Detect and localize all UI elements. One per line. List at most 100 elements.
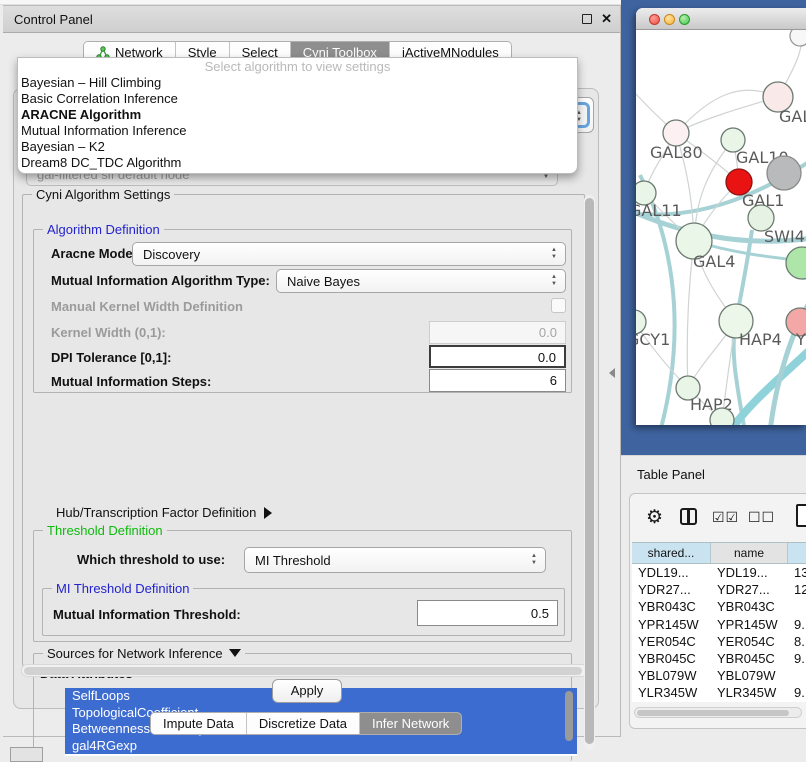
hub-definition-expander[interactable]: Hub/Transcription Factor Definition bbox=[56, 505, 272, 520]
network-node[interactable] bbox=[790, 30, 806, 46]
table-cell: YDR27... bbox=[632, 581, 711, 598]
gear-icon[interactable]: ⚙ bbox=[646, 506, 663, 529]
mi-steps-field[interactable]: 6 bbox=[429, 369, 566, 392]
expander-down-icon bbox=[229, 649, 241, 657]
table-cell: 9. bbox=[788, 684, 806, 701]
table-horizontal-scrollbar[interactable] bbox=[634, 707, 802, 718]
table-row[interactable]: YLR345WYLR345W9. bbox=[632, 684, 806, 701]
application-root: Control Panel ✕ Network Style Select Cyn… bbox=[0, 0, 806, 762]
network-node[interactable] bbox=[710, 408, 734, 425]
list-scrollbar[interactable] bbox=[565, 691, 573, 741]
table-cell: YER054C bbox=[632, 633, 711, 650]
cyni-settings-pane: ▲▼ gal-filtered sif default node ▲▼ Cyni… bbox=[13, 88, 599, 709]
mi-type-combo[interactable]: Naive Bayes ▲▼ bbox=[276, 269, 566, 293]
table-cell bbox=[788, 667, 806, 684]
table-cell: 9. bbox=[788, 650, 806, 667]
cyni-algorithm-settings-group: Cyni Algorithm Settings Algorithm Defini… bbox=[22, 194, 585, 666]
table-cell: YBR045C bbox=[711, 650, 788, 667]
table-cell: YDL19... bbox=[632, 564, 711, 581]
algorithm-definition-title: Algorithm Definition bbox=[43, 222, 164, 237]
which-threshold-combo[interactable]: MI Threshold ▲▼ bbox=[244, 547, 546, 573]
algorithm-dropdown-list: Select algorithm to view settings Bayesi… bbox=[17, 57, 578, 174]
dropdown-item[interactable]: ARACNE Algorithm bbox=[18, 107, 577, 123]
table-panel-region: Table Panel ⚙ ☑☑ ☐☐ shared... name YDL19… bbox=[621, 455, 806, 762]
manual-kernel-checkbox[interactable] bbox=[551, 298, 566, 313]
network-canvas[interactable]: GALGAL80GAL10GAL1GAL11SWI4GAL4GCY1HAP4YH… bbox=[636, 30, 806, 425]
table-row[interactable]: YIL052CYIL052C9 bbox=[632, 702, 806, 703]
table-cell: YBL079W bbox=[711, 667, 788, 684]
node-label: GAL4 bbox=[693, 252, 735, 271]
dpi-tolerance-label: DPI Tolerance [0,1]: bbox=[51, 350, 171, 365]
attribute-list-item[interactable]: gal4RGexp bbox=[65, 738, 577, 755]
dropdown-item[interactable]: Dream8 DC_TDC Algorithm bbox=[18, 155, 577, 171]
manual-kernel-label: Manual Kernel Width Definition bbox=[51, 299, 243, 314]
scrollbar-thumb[interactable] bbox=[24, 667, 582, 675]
table-row[interactable]: YDR27...YDR27...12 bbox=[632, 581, 806, 598]
scrollbar-thumb[interactable] bbox=[637, 710, 789, 717]
table-cell: 8. bbox=[788, 633, 806, 650]
table-row[interactable]: YDL19...YDL19...13 bbox=[632, 564, 806, 581]
scrollbar-thumb[interactable] bbox=[585, 198, 594, 744]
table-row[interactable]: YER054CYER054C8. bbox=[632, 633, 806, 650]
table-cell: 9 bbox=[788, 702, 806, 703]
dropdown-item[interactable]: Bayesian – Hill Climbing bbox=[18, 75, 577, 91]
dropdown-item[interactable]: Basic Correlation Inference bbox=[18, 91, 577, 107]
table-cell: YLR345W bbox=[632, 684, 711, 701]
table-cell: YIL052C bbox=[632, 702, 711, 703]
network-node[interactable] bbox=[767, 156, 801, 190]
settings-horizontal-scrollbar[interactable] bbox=[21, 664, 589, 677]
mi-threshold-group: MI Threshold Definition Mutual Informati… bbox=[42, 588, 565, 636]
dropdown-placeholder: Select algorithm to view settings bbox=[18, 58, 577, 75]
column-header-partial[interactable] bbox=[788, 543, 806, 563]
aracne-mode-value: Discovery bbox=[143, 247, 200, 262]
dpi-tolerance-field[interactable]: 0.0 bbox=[429, 345, 566, 368]
table-row[interactable]: YBR045CYBR045C9. bbox=[632, 650, 806, 667]
aracne-mode-combo[interactable]: Discovery ▲▼ bbox=[132, 242, 566, 266]
panel-collapse-arrow-icon[interactable] bbox=[609, 368, 615, 378]
unchecked-boxes-icon[interactable]: ☐☐ bbox=[748, 509, 775, 526]
table-cell: 12 bbox=[788, 581, 806, 598]
close-traffic-light-icon[interactable] bbox=[649, 14, 660, 25]
tab-impute-data[interactable]: Impute Data bbox=[151, 713, 247, 734]
table-row[interactable]: YBL079WYBL079W bbox=[632, 667, 806, 684]
tab-infer-network[interactable]: Infer Network bbox=[360, 713, 461, 734]
table-cell: 9. bbox=[788, 616, 806, 633]
zoom-traffic-light-icon[interactable] bbox=[679, 14, 690, 25]
tab-discretize-data[interactable]: Discretize Data bbox=[247, 713, 360, 734]
dropdown-items: Bayesian – Hill ClimbingBasic Correlatio… bbox=[18, 75, 577, 171]
mi-threshold-label: Mutual Information Threshold: bbox=[53, 607, 241, 622]
spinner-arrows-icon: ▲▼ bbox=[530, 553, 538, 569]
network-node[interactable] bbox=[786, 247, 806, 279]
column-header-shared-name[interactable]: shared... bbox=[632, 543, 711, 563]
table-cell: 13 bbox=[788, 564, 806, 581]
minimize-traffic-light-icon[interactable] bbox=[664, 14, 675, 25]
mi-type-value: Naive Bayes bbox=[287, 274, 360, 289]
table-row[interactable]: YBR043CYBR043C bbox=[632, 598, 806, 615]
settings-vertical-scrollbar[interactable] bbox=[584, 195, 595, 750]
sources-title[interactable]: Sources for Network Inference bbox=[43, 646, 245, 661]
column-header-name[interactable]: name bbox=[711, 543, 788, 563]
aracne-mode-label: Aracne Mode: bbox=[51, 246, 137, 261]
partial-bottom-button[interactable] bbox=[10, 747, 43, 762]
spinner-arrows-icon: ▲▼ bbox=[550, 274, 558, 290]
table-cell: YPR145W bbox=[632, 616, 711, 633]
document-icon[interactable] bbox=[796, 504, 806, 527]
checked-boxes-icon[interactable]: ☑☑ bbox=[712, 509, 739, 526]
kernel-width-field[interactable]: 0.0 bbox=[429, 321, 566, 344]
dropdown-item[interactable]: Mutual Information Inference bbox=[18, 123, 577, 139]
spinner-arrows-icon: ▲▼ bbox=[550, 247, 558, 263]
table-panel: ⚙ ☑☑ ☐☐ shared... name YDL19...YDL19...1… bbox=[629, 493, 806, 729]
close-icon[interactable]: ✕ bbox=[601, 11, 612, 27]
mi-threshold-title: MI Threshold Definition bbox=[52, 581, 193, 596]
mi-threshold-field[interactable]: 0.5 bbox=[417, 600, 558, 626]
table-cell bbox=[788, 598, 806, 615]
dropdown-item[interactable]: Bayesian – K2 bbox=[18, 139, 577, 155]
float-icon[interactable] bbox=[582, 14, 592, 24]
table-panel-title: Table Panel bbox=[637, 467, 705, 482]
apply-button[interactable]: Apply bbox=[272, 679, 342, 703]
node-label: Y bbox=[795, 330, 806, 349]
control-panel-title: Control Panel bbox=[14, 12, 93, 27]
columns-icon[interactable] bbox=[680, 508, 697, 525]
table-row[interactable]: YPR145WYPR145W9. bbox=[632, 616, 806, 633]
table-cell: YBR043C bbox=[632, 598, 711, 615]
